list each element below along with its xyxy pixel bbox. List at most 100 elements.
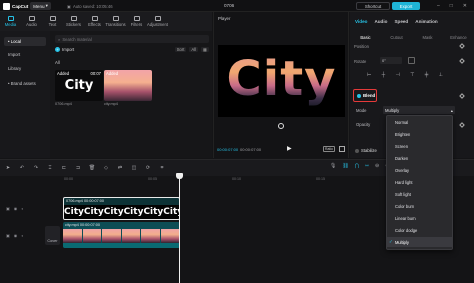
rotate-input[interactable]: 0° xyxy=(380,57,402,64)
redo-icon[interactable]: ↷ xyxy=(33,165,39,171)
freeze-icon[interactable]: ◇ xyxy=(103,165,109,171)
mute-icon[interactable]: ◐ xyxy=(21,233,23,238)
subtab-basic[interactable]: Basic xyxy=(350,35,381,43)
reverse-icon[interactable]: ⇄ xyxy=(117,165,123,171)
preview-axis-icon[interactable]: ⇿ xyxy=(365,163,369,169)
import-row: + Import Sort All ▦ xyxy=(55,45,209,53)
sidebar-item-library[interactable]: Library xyxy=(4,64,46,73)
lock-icon[interactable]: ▣ xyxy=(6,206,10,211)
tab-animation[interactable]: Animation xyxy=(415,19,437,24)
play-icon[interactable]: ▶ xyxy=(287,146,293,152)
blend-option-hard-light[interactable]: Hard light xyxy=(395,180,413,185)
maximize-icon[interactable]: □ xyxy=(450,3,453,9)
subtab-cutout[interactable]: Cutout xyxy=(381,35,412,43)
tab-video[interactable]: Video xyxy=(355,19,367,24)
export-button[interactable]: Export xyxy=(392,2,420,10)
media-toolbar: Media Audio Text Stickers Effects Transi… xyxy=(0,12,212,31)
magnet-icon[interactable]: ⋂ xyxy=(355,163,359,169)
main-video-clip[interactable]: city.mp4 00:00:07:00 xyxy=(63,222,180,248)
tab-media[interactable]: Media xyxy=(0,12,21,31)
shortcut-button[interactable]: Shortcut xyxy=(356,2,390,10)
blend-option-linear-burn[interactable]: Linear burn xyxy=(395,216,416,221)
blend-checkbox[interactable] xyxy=(357,93,361,98)
lock-icon[interactable]: ▣ xyxy=(6,233,10,238)
rotate-icon[interactable]: ⟳ xyxy=(145,165,151,171)
blend-option-normal[interactable]: Normal xyxy=(395,120,408,125)
select-tool-icon[interactable]: ➤ xyxy=(5,165,11,171)
media-clip-card[interactable]: Added xyxy=(104,70,152,101)
filter-button[interactable]: All xyxy=(189,46,199,52)
app-name: CapCut xyxy=(12,3,29,9)
fullscreen-icon[interactable] xyxy=(339,146,345,152)
tab-effects[interactable]: Effects xyxy=(84,12,105,31)
autosave-text: Auto saved: 10:05:46 xyxy=(72,3,113,9)
rotate-handle-icon[interactable] xyxy=(278,123,284,129)
visibility-icon[interactable]: ◉ xyxy=(14,233,18,238)
crop-icon[interactable]: ⌗ xyxy=(159,165,165,171)
split-right-icon[interactable]: ⊐ xyxy=(75,165,81,171)
subtab-mask[interactable]: Mask xyxy=(412,35,443,43)
visibility-icon[interactable]: ◉ xyxy=(14,206,18,211)
blend-option-overlay[interactable]: Overlay xyxy=(395,168,409,173)
import-button[interactable]: + Import xyxy=(55,46,74,52)
split-icon[interactable]: ⌶ xyxy=(47,165,53,171)
playhead[interactable] xyxy=(179,174,180,283)
all-label: All xyxy=(55,60,60,65)
align-right-icon[interactable]: ⊣ xyxy=(395,72,399,78)
tab-audio[interactable]: Audio xyxy=(21,12,42,31)
undo-icon[interactable]: ↶ xyxy=(19,165,25,171)
frame-text: City xyxy=(143,207,164,217)
grid-view-icon[interactable]: ▦ xyxy=(201,46,209,52)
mute-icon[interactable]: ◐ xyxy=(21,206,23,211)
align-center-h-icon[interactable]: ┼ xyxy=(382,72,386,78)
video-preview[interactable]: City xyxy=(218,45,345,117)
align-center-v-icon[interactable]: ╪ xyxy=(425,72,429,78)
microphone-icon[interactable]: 🎙 xyxy=(330,163,336,169)
ratio-button[interactable]: Ratio xyxy=(323,146,335,152)
align-left-icon[interactable]: ⊢ xyxy=(367,72,371,78)
tab-text[interactable]: Text xyxy=(42,12,63,31)
blend-option-screen[interactable]: Screen xyxy=(395,144,408,149)
blend-option-multiply[interactable]: Multiply xyxy=(395,240,409,245)
blend-toggle[interactable]: Blend xyxy=(353,89,377,102)
zoom-out-icon[interactable]: ⊖ xyxy=(375,163,379,169)
tab-transitions[interactable]: Transitions xyxy=(105,12,126,31)
subtab-enhance[interactable]: Enhance xyxy=(443,35,474,43)
blend-option-brighten[interactable]: Brighten xyxy=(395,132,410,137)
blend-option-color-burn[interactable]: Color burn xyxy=(395,204,414,209)
rotate-reset-icon[interactable] xyxy=(408,57,415,64)
sort-button[interactable]: Sort xyxy=(174,46,187,52)
cover-button[interactable]: Cover xyxy=(45,226,60,245)
blend-option-color-dodge[interactable]: Color dodge xyxy=(395,228,417,233)
search-input[interactable]: ⌕ Search material xyxy=(55,35,209,43)
split-left-icon[interactable]: ⊏ xyxy=(61,165,67,171)
sidebar-item-local[interactable]: • Local xyxy=(4,37,46,46)
overlay-clip[interactable]: 0706.mp4 00:00:07:00 City City City City… xyxy=(63,197,180,220)
menu-button[interactable]: Menu ▾ xyxy=(30,2,51,10)
tab-stickers[interactable]: Stickers xyxy=(63,12,84,31)
stabilize-toggle[interactable]: Stabilize xyxy=(355,148,377,153)
blend-option-darken[interactable]: Darken xyxy=(395,156,408,161)
sidebar-item-import[interactable]: Import xyxy=(4,50,46,59)
mirror-icon[interactable]: ◫ xyxy=(131,165,137,171)
align-bottom-icon[interactable]: ⊥ xyxy=(439,72,443,78)
minimize-icon[interactable]: – xyxy=(437,3,440,9)
tab-speed[interactable]: Speed xyxy=(394,19,408,24)
link-icon[interactable]: ⛓ xyxy=(342,163,348,169)
delete-icon[interactable]: 🗑 xyxy=(89,165,95,171)
tab-audio-props[interactable]: Audio xyxy=(374,19,387,24)
blend-option-soft-light[interactable]: Soft light xyxy=(395,192,411,197)
align-top-icon[interactable]: ⊤ xyxy=(410,72,414,78)
ruler-tick: 00:05 xyxy=(148,177,157,181)
sidebar-item-brand-assets[interactable]: • Brand assets xyxy=(4,79,46,88)
chevron-down-icon: ▾ xyxy=(45,3,48,8)
blend-mode-select[interactable]: Multiply ▴ xyxy=(383,106,455,114)
media-clip-card[interactable]: Added 00:07 City xyxy=(55,70,103,101)
stabilize-checkbox[interactable] xyxy=(355,148,359,153)
close-icon[interactable]: ✕ xyxy=(463,3,467,9)
tab-label: Text xyxy=(48,22,57,27)
tab-filters[interactable]: Filters xyxy=(126,12,147,31)
tab-adjustment[interactable]: Adjustment xyxy=(147,12,168,31)
ruler-tick: 00:00 xyxy=(64,177,73,181)
search-placeholder: Search material xyxy=(62,36,92,42)
